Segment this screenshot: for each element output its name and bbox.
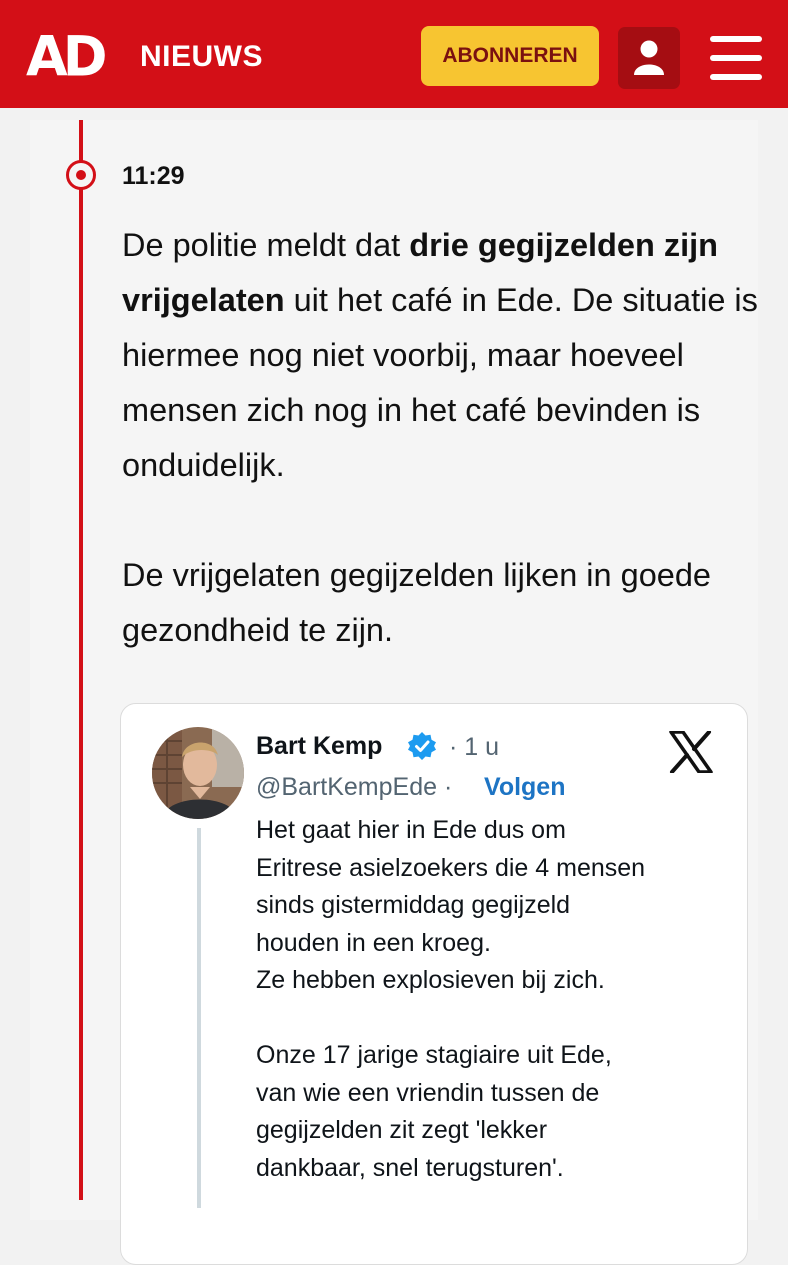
avatar[interactable] (152, 727, 244, 819)
thread-line (197, 828, 201, 1208)
tweet-age: · 1 u (449, 733, 500, 761)
hamburger-icon-bar (710, 55, 762, 61)
account-button[interactable] (618, 27, 680, 89)
liveblog-paragraph: De vrijgelaten gegijzelden lijken in goe… (122, 557, 711, 648)
post-time: 11:29 (122, 162, 185, 190)
liveblog-paragraph: De politie meldt dat drie gegijzelden zi… (122, 227, 758, 483)
section-title[interactable]: NIEUWS (140, 40, 263, 74)
follow-button[interactable]: Volgen (484, 773, 565, 802)
tweet-author-name[interactable]: Bart Kemp (256, 732, 382, 761)
tweet-paragraph: Onze 17 jarige stagiaire uit Ede, van wi… (256, 1041, 612, 1182)
subscribe-button[interactable]: ABONNEREN (421, 26, 599, 86)
ad-logo[interactable]: AD (26, 29, 108, 84)
user-icon (634, 40, 664, 75)
tweet-text: Het gaat hier in Ede dus om Eritrese asi… (256, 812, 726, 1187)
tweet-paragraph: Het gaat hier in Ede dus om Eritrese asi… (256, 816, 646, 994)
x-logo-icon[interactable] (669, 731, 713, 773)
hamburger-icon-bar (710, 74, 762, 80)
timeline-line (79, 120, 83, 1200)
tweet-handle[interactable]: @BartKempEde · (256, 773, 452, 802)
verified-badge-icon (408, 732, 436, 760)
site-header: AD NIEUWS ABONNEREN (0, 0, 788, 108)
timeline-marker-icon (66, 160, 96, 190)
liveblog-body: De politie meldt dat drie gegijzelden zi… (122, 218, 762, 658)
hamburger-icon-bar (710, 36, 762, 42)
menu-button[interactable] (706, 34, 762, 82)
